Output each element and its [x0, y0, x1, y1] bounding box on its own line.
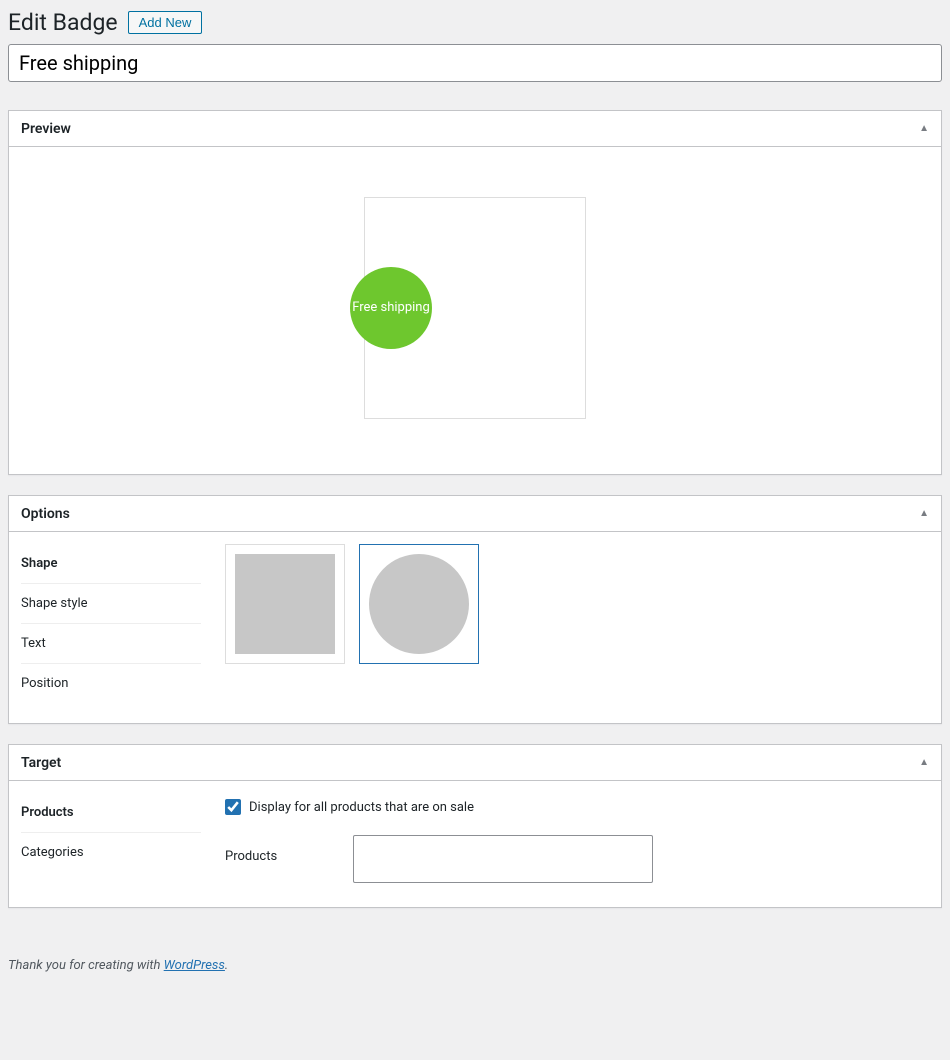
options-panel: Options ▲ Shape Shape style Text Positio…: [8, 495, 942, 724]
preview-product-box: Free shipping: [364, 197, 586, 419]
options-tabs: Shape Shape style Text Position: [21, 544, 201, 703]
tab-products[interactable]: Products: [21, 793, 201, 833]
circle-icon: [369, 554, 469, 654]
display-all-checkbox[interactable]: [225, 799, 241, 815]
tab-shape[interactable]: Shape: [21, 544, 201, 584]
target-panel-title: Target: [21, 755, 61, 771]
collapse-icon[interactable]: ▲: [919, 757, 929, 768]
products-select[interactable]: [353, 835, 653, 883]
badge-preview: Free shipping: [350, 267, 432, 349]
preview-panel: Preview ▲ Free shipping: [8, 110, 942, 475]
page-title: Edit Badge: [8, 9, 118, 36]
collapse-icon[interactable]: ▲: [919, 123, 929, 134]
products-field-label: Products: [225, 835, 277, 864]
shape-choices: [225, 544, 479, 703]
shape-choice-square[interactable]: [225, 544, 345, 664]
footer: Thank you for creating with WordPress.: [0, 908, 950, 993]
tab-categories[interactable]: Categories: [21, 833, 201, 872]
add-new-button[interactable]: Add New: [128, 11, 203, 34]
preview-panel-title: Preview: [21, 121, 71, 137]
collapse-icon[interactable]: ▲: [919, 508, 929, 519]
options-panel-title: Options: [21, 506, 70, 522]
display-all-label: Display for all products that are on sal…: [249, 800, 474, 815]
tab-shape-style[interactable]: Shape style: [21, 584, 201, 624]
square-icon: [235, 554, 335, 654]
footer-suffix: .: [225, 958, 228, 973]
target-panel: Target ▲ Products Categories Display for…: [8, 744, 942, 908]
wordpress-link[interactable]: WordPress: [164, 958, 225, 973]
tab-position[interactable]: Position: [21, 664, 201, 703]
badge-title-input[interactable]: [8, 44, 942, 82]
shape-choice-circle[interactable]: [359, 544, 479, 664]
tab-text[interactable]: Text: [21, 624, 201, 664]
footer-prefix: Thank you for creating with: [8, 958, 164, 973]
target-tabs: Products Categories: [21, 793, 201, 883]
